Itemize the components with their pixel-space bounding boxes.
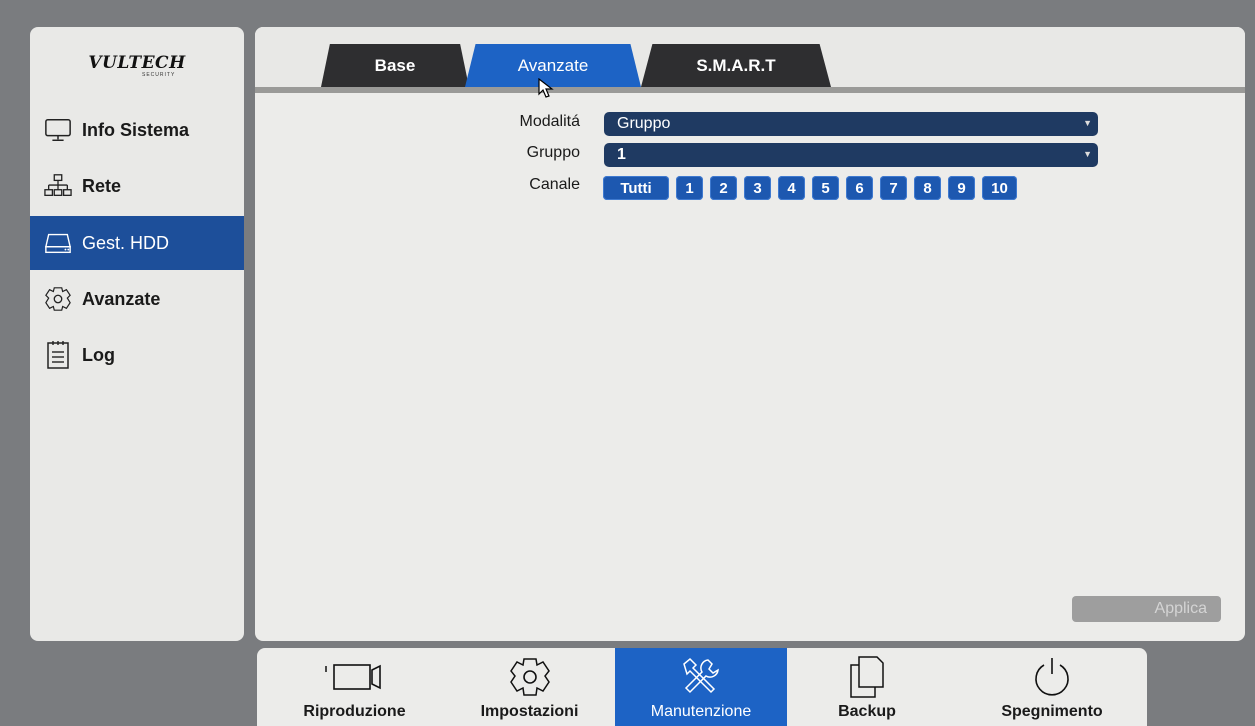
channel-button-9[interactable]: 9 <box>948 176 975 200</box>
group-select[interactable]: 1 ▼ <box>604 143 1098 167</box>
mode-select[interactable]: Gruppo ▼ <box>604 112 1098 136</box>
chevron-down-icon: ▼ <box>1083 118 1092 128</box>
bottom-item-manutenzione[interactable]: Manutenzione <box>615 648 787 726</box>
channel-button-8[interactable]: 8 <box>914 176 941 200</box>
mouse-cursor-icon <box>538 77 556 105</box>
sidebar-item-gest-hdd[interactable]: Gest. HDD <box>30 216 244 270</box>
main-panel: Base Avanzate S.M.A.R.T Modalitá Gruppo … <box>255 27 1245 641</box>
camera-icon <box>320 655 390 699</box>
mode-value: Gruppo <box>617 115 671 132</box>
channel-button-1[interactable]: 1 <box>676 176 703 200</box>
channel-button-7[interactable]: 7 <box>880 176 907 200</box>
channel-button-tutti[interactable]: Tutti <box>603 176 669 200</box>
channel-button-4[interactable]: 4 <box>778 176 805 200</box>
channel-button-3[interactable]: 3 <box>744 176 771 200</box>
hdd-icon <box>44 229 72 257</box>
network-icon <box>44 172 72 200</box>
tab-smart[interactable]: S.M.A.R.T <box>641 44 831 87</box>
mode-label: Modalitá <box>519 113 580 130</box>
sidebar-item-label: Avanzate <box>82 288 161 309</box>
bottom-item-backup[interactable]: Backup <box>797 648 937 726</box>
channel-buttons: Tutti 1 2 3 4 5 6 7 8 9 10 <box>603 176 1024 200</box>
channel-label: Canale <box>529 176 580 193</box>
sidebar-item-label: Info Sistema <box>82 119 190 140</box>
tab-bar: Base Avanzate S.M.A.R.T <box>255 27 1245 93</box>
channel-button-5[interactable]: 5 <box>812 176 839 200</box>
sidebar-item-label: Rete <box>82 175 122 196</box>
bottom-item-label: Spegnimento <box>1001 703 1103 720</box>
sidebar-item-label: Gest. HDD <box>82 232 170 253</box>
monitor-icon <box>44 116 72 144</box>
gear-icon <box>508 655 552 699</box>
logo-sub: SECURITY <box>142 72 176 78</box>
group-value: 1 <box>617 146 626 163</box>
log-icon <box>44 341 72 369</box>
bottom-item-riproduzione[interactable]: Riproduzione <box>277 648 432 726</box>
channel-button-2[interactable]: 2 <box>710 176 737 200</box>
bottom-item-label: Riproduzione <box>303 703 406 720</box>
copy-icon <box>847 655 887 699</box>
sidebar-item-label: Log <box>82 344 115 365</box>
power-icon <box>1030 655 1074 699</box>
logo-brand: VULTECH <box>88 53 186 73</box>
sidebar: VULTECH SECURITY Info Sistema Rete Gest.… <box>30 27 244 641</box>
chevron-down-icon: ▼ <box>1083 149 1092 159</box>
bottom-item-label: Manutenzione <box>650 703 752 720</box>
sidebar-item-rete[interactable]: Rete <box>30 159 244 213</box>
sidebar-item-info-sistema[interactable]: Info Sistema <box>30 103 244 157</box>
apply-button[interactable]: Applica <box>1072 596 1221 622</box>
tools-icon <box>678 655 724 699</box>
gear-icon <box>44 285 72 313</box>
bottom-item-spegnimento[interactable]: Spegnimento <box>967 648 1137 726</box>
group-label: Gruppo <box>526 144 580 161</box>
channel-button-6[interactable]: 6 <box>846 176 873 200</box>
sidebar-item-avanzate[interactable]: Avanzate <box>30 272 244 326</box>
bottom-item-impostazioni[interactable]: Impostazioni <box>452 648 607 726</box>
bottom-item-label: Backup <box>838 703 896 720</box>
bottom-item-label: Impostazioni <box>480 703 579 720</box>
channel-button-10[interactable]: 10 <box>982 176 1017 200</box>
sidebar-item-log[interactable]: Log <box>30 328 244 382</box>
tab-base[interactable]: Base <box>321 44 469 87</box>
bottom-bar: Riproduzione Impostazioni Manutenzione B… <box>257 648 1147 726</box>
logo: VULTECH SECURITY <box>30 27 244 99</box>
